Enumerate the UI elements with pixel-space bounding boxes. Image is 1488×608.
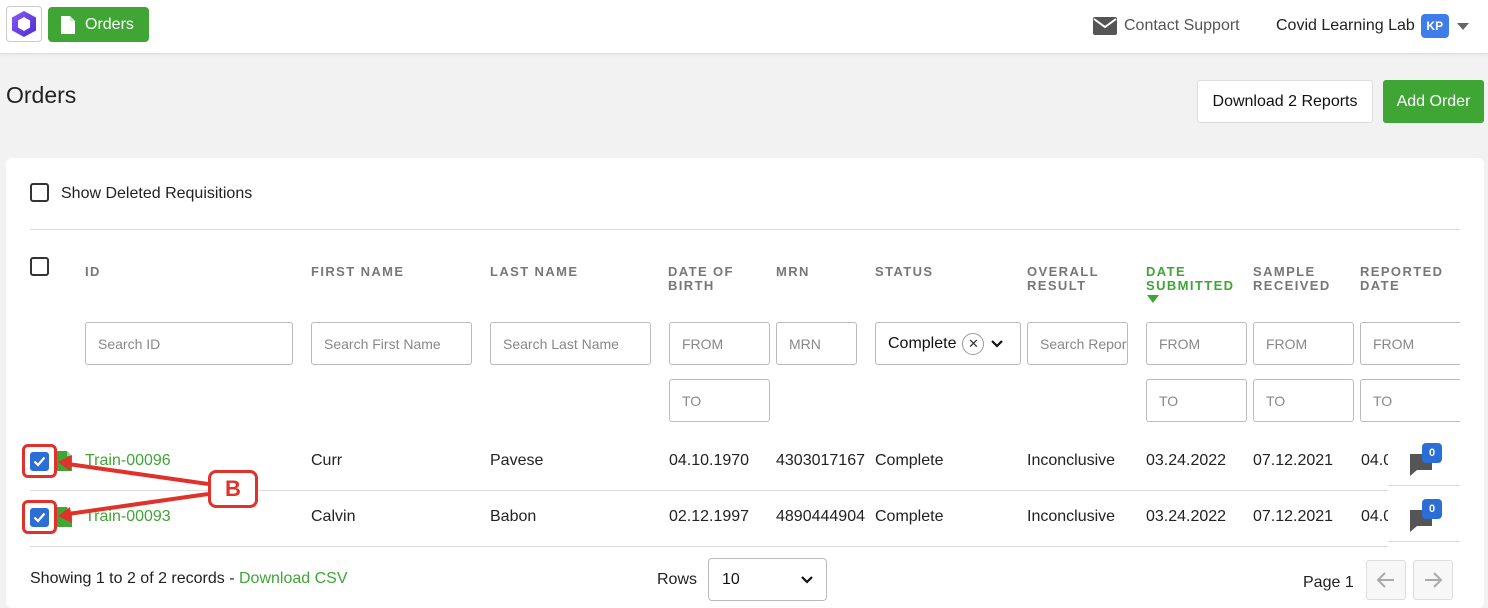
annotation-arrows [58, 455, 209, 523]
annotation-label: B [208, 470, 258, 508]
